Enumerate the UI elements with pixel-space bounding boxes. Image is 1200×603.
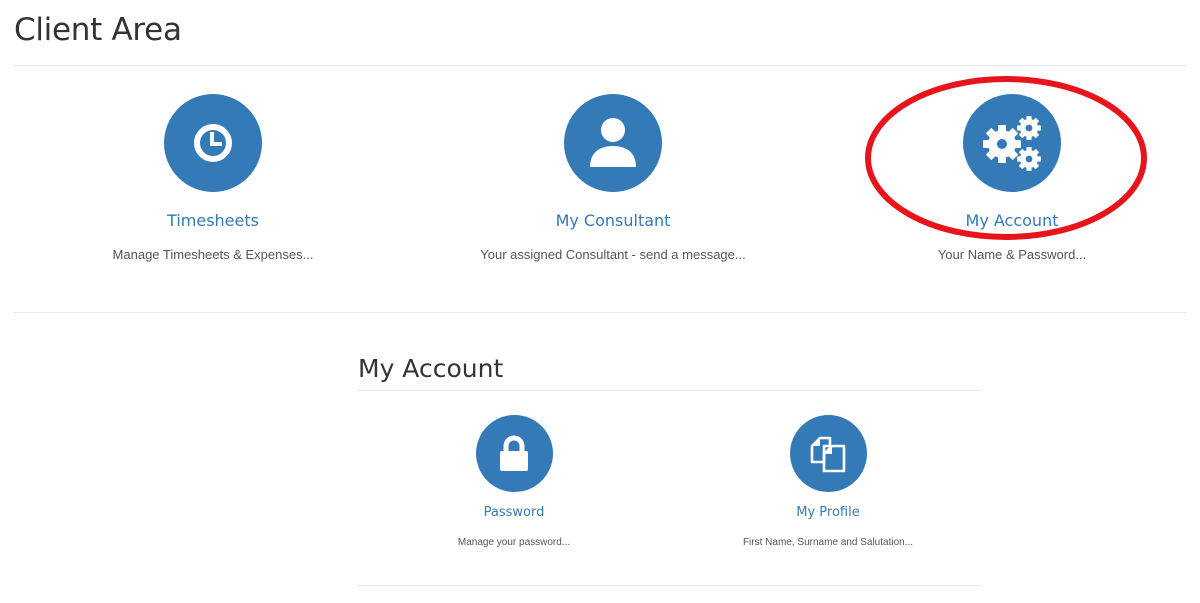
my-account-title-divider [358,390,982,391]
password-description: Manage your password... [457,537,571,548]
client-area-page: Client Area Timesheets Manage Timesheets… [0,0,1200,603]
my-account-section-title: My Account [358,354,504,383]
timesheets-link[interactable]: Timesheets [63,211,363,230]
title-divider [14,65,1186,66]
gears-icon [983,116,1041,171]
my-profile-description: First Name, Surname and Salutation... [742,537,914,548]
my-profile-link[interactable]: My Profile [668,505,988,520]
my-account-link[interactable]: My Account [862,211,1162,230]
my-account-icon-button[interactable] [963,94,1061,192]
my-consultant-description: Your assigned Consultant - send a messag… [480,247,746,262]
my-account-tile: My Account Your Name & Password... [862,94,1162,262]
timesheets-tile: Timesheets Manage Timesheets & Expenses.… [63,94,363,262]
my-consultant-icon-button[interactable] [564,94,662,192]
section-divider [14,312,1186,313]
my-profile-tile: My Profile First Name, Surname and Salut… [668,415,988,548]
my-profile-icon-button[interactable] [789,415,867,492]
bottom-divider [358,585,982,586]
my-consultant-link[interactable]: My Consultant [413,211,813,230]
password-tile: Password Manage your password... [374,415,654,548]
my-account-description: Your Name & Password... [937,247,1087,262]
user-icon [590,118,636,167]
page-title: Client Area [14,12,182,48]
my-consultant-tile: My Consultant Your assigned Consultant -… [413,94,813,262]
clock-icon [194,124,232,162]
lock-icon [500,435,528,471]
copy-icon [810,436,846,472]
timesheets-description: Manage Timesheets & Expenses... [112,247,314,262]
password-icon-button[interactable] [475,415,553,492]
timesheets-icon-button[interactable] [164,94,262,192]
password-link[interactable]: Password [374,505,654,520]
